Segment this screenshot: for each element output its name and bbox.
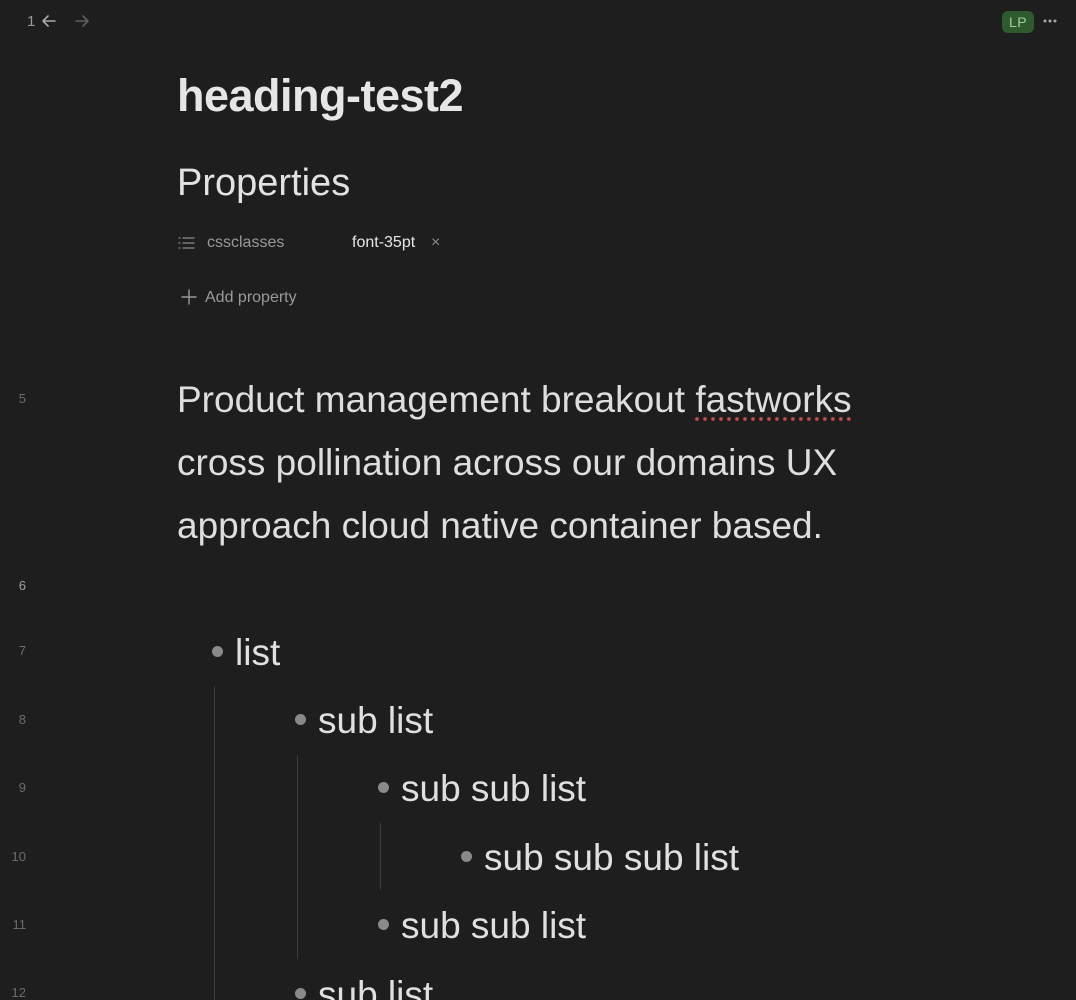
list-item-text: sub list bbox=[318, 974, 434, 1000]
list-icon bbox=[177, 234, 195, 252]
history-count: 1 bbox=[27, 13, 36, 30]
arrow-right-icon[interactable] bbox=[73, 12, 91, 30]
line-number: 9 bbox=[18, 780, 26, 795]
list-bullet[interactable] bbox=[212, 646, 223, 657]
line-number: 12 bbox=[11, 985, 26, 1000]
list-item-text: list bbox=[235, 632, 281, 673]
list-item-text: sub sub sub list bbox=[484, 837, 740, 878]
line-number: 7 bbox=[18, 643, 26, 658]
line-number: 10 bbox=[11, 849, 26, 864]
line-number: 11 bbox=[12, 917, 27, 932]
paragraph-text: cross pollination across our domains UX … bbox=[177, 442, 838, 546]
note-title[interactable]: heading-test2 bbox=[177, 70, 464, 122]
note-view: 1 LP heading-test2 Properties cssclasses… bbox=[0, 0, 1076, 1000]
body-paragraph[interactable]: Product management breakout fastworks cr… bbox=[177, 368, 937, 557]
more-horizontal-icon[interactable] bbox=[1042, 13, 1058, 29]
plus-icon bbox=[181, 289, 197, 305]
line-number: 6 bbox=[18, 578, 26, 593]
add-property-label: Add property bbox=[205, 289, 297, 306]
property-row[interactable]: cssclasses font-35pt × bbox=[177, 230, 577, 256]
arrow-left-icon[interactable] bbox=[40, 12, 58, 30]
list-bullet[interactable] bbox=[461, 851, 472, 862]
list-bullet[interactable] bbox=[295, 714, 306, 725]
indent-guide bbox=[214, 686, 215, 1000]
list-item-text: sub list bbox=[318, 700, 434, 741]
list-bullet[interactable] bbox=[295, 988, 306, 999]
list-bullet[interactable] bbox=[378, 919, 389, 930]
paragraph-text: Product management breakout bbox=[177, 379, 696, 420]
list-bullet[interactable] bbox=[378, 782, 389, 793]
indent-guide bbox=[297, 755, 298, 959]
list-item-text: sub sub list bbox=[401, 768, 587, 809]
view-header: 1 LP bbox=[0, 0, 1076, 44]
indent-guide bbox=[380, 823, 381, 890]
properties-heading: Properties bbox=[177, 162, 351, 204]
property-key[interactable]: cssclasses bbox=[207, 234, 284, 252]
remove-value-icon[interactable]: × bbox=[431, 234, 440, 252]
line-number: 8 bbox=[18, 712, 26, 727]
misspelled-word[interactable]: fastworks bbox=[695, 379, 851, 420]
list-item-text: sub sub list bbox=[401, 905, 587, 946]
add-property-button[interactable]: Add property bbox=[181, 286, 381, 310]
property-value-pill[interactable]: font-35pt bbox=[352, 234, 415, 252]
avatar[interactable]: LP bbox=[1002, 11, 1034, 33]
line-number: 5 bbox=[18, 391, 26, 406]
